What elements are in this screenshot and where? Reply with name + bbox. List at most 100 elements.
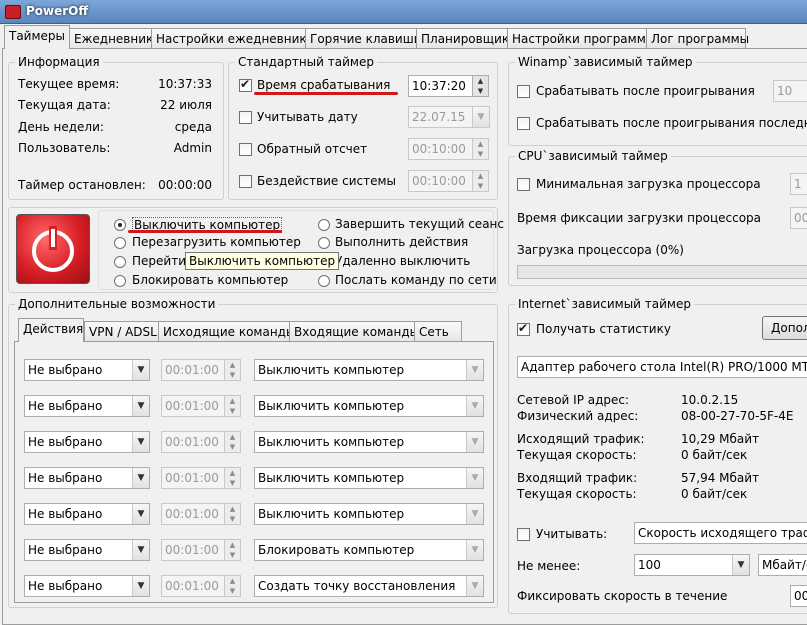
trigger-time-spinner[interactable]: ▲ ▼ <box>472 75 489 97</box>
row-trigger-select[interactable]: Не выбрано ▼ <box>24 503 150 525</box>
winamp-group: Winamp`зависимый таймер <box>508 55 807 146</box>
radio-goto[interactable] <box>114 256 126 268</box>
row-action-select[interactable]: Выключить компьютер ▼ <box>254 503 484 525</box>
after-play-checkbox[interactable] <box>517 85 530 98</box>
row-action-select[interactable]: Блокировать компьютер ▼ <box>254 539 484 561</box>
tab-diary-settings[interactable]: Настройки ежедневника <box>151 28 314 48</box>
min-load-checkbox[interactable] <box>517 178 530 191</box>
row-time-spinner[interactable]: ▲ ▼ <box>224 539 241 561</box>
min-speed-value: 100 <box>638 558 661 572</box>
cpu-load-label: Загрузка процессора (0%) <box>517 243 684 257</box>
row-trigger-select[interactable]: Не выбрано ▼ <box>24 467 150 489</box>
consider-date-picker[interactable]: 22.07.15 ▼ <box>408 106 490 128</box>
row-time-spinner[interactable]: ▲ ▼ <box>224 431 241 453</box>
trigger-time-checkbox[interactable] <box>239 77 252 92</box>
idle-checkbox[interactable] <box>239 175 252 188</box>
idle-spinner[interactable]: ▲ ▼ <box>472 170 489 192</box>
app-power-icon <box>5 5 21 19</box>
radio-restart-label: Перезагрузить компьютер <box>132 235 301 249</box>
consider-speed-checkbox[interactable] <box>517 528 530 541</box>
std-timer-title: Стандартный таймер <box>235 55 377 69</box>
row-trigger-select[interactable]: Не выбрано ▼ <box>24 539 150 561</box>
tab-program-log[interactable]: Лог программы <box>646 28 749 48</box>
row-action-select[interactable]: Выключить компьютер ▼ <box>254 359 484 381</box>
adapter-select[interactable]: Адаптер рабочего стола Intel(R) PRO/1000… <box>517 356 807 378</box>
chevron-down-icon: ▼ <box>132 396 149 416</box>
radio-send-command[interactable] <box>318 275 330 287</box>
subtab-incoming[interactable]: Входящие команды <box>289 321 419 341</box>
consider-date-checkbox[interactable] <box>239 111 252 124</box>
title-bar[interactable]: PowerOff <box>0 0 807 24</box>
row-action-value: Выключить компьютер <box>258 435 405 449</box>
tab-diary[interactable]: Ежедневник <box>69 28 153 48</box>
row-time-input[interactable]: 00:01:00 <box>161 395 225 417</box>
row-trigger-value: Не выбрано <box>28 507 103 521</box>
row-trigger-select[interactable]: Не выбрано ▼ <box>24 359 150 381</box>
min-load-input[interactable]: 1 <box>790 173 807 195</box>
more-button[interactable]: Допол <box>762 316 807 340</box>
row-trigger-select[interactable]: Не выбрано ▼ <box>24 395 150 417</box>
radio-lock[interactable] <box>114 275 126 287</box>
row-time-input[interactable]: 00:01:00 <box>161 503 225 525</box>
row-action-select[interactable]: Создать точку восстановления ▼ <box>254 575 484 597</box>
consider-select[interactable]: Скорость исходящего трафи <box>634 522 807 544</box>
fix-time-label: Время фиксации загрузки процессора <box>517 211 762 225</box>
row-time-spinner[interactable]: ▲ ▼ <box>224 395 241 417</box>
row-time-input[interactable]: 00:01:00 <box>161 431 225 453</box>
row-action-value: Выключить компьютер <box>258 507 405 521</box>
idle-input[interactable]: 00:10:00 <box>408 170 473 192</box>
row-trigger-select[interactable]: Не выбрано ▼ <box>24 431 150 453</box>
min-speed-select[interactable]: 100 ▼ <box>634 554 750 576</box>
ip-value: 10.0.2.15 <box>681 393 739 407</box>
fix-time-input[interactable]: 00 <box>790 207 807 229</box>
fix-speed-input[interactable]: 00 <box>790 585 807 607</box>
tab-scheduler[interactable]: Планировщик <box>416 28 509 48</box>
row-time-input[interactable]: 00:01:00 <box>161 539 225 561</box>
countdown-input[interactable]: 00:10:00 <box>408 138 473 160</box>
user-label: Пользователь: <box>18 141 111 155</box>
tab-program-settings[interactable]: Настройки программы <box>507 28 655 48</box>
chevron-down-icon: ▼ <box>132 360 149 380</box>
subtab-network[interactable]: Сеть <box>414 321 462 341</box>
row-time-spinner[interactable]: ▲ ▼ <box>224 575 241 597</box>
radio-shutdown[interactable] <box>114 219 126 231</box>
after-play-input[interactable]: 10 <box>773 80 807 102</box>
radio-send-command-label: Послать команду по сети <box>335 273 497 287</box>
radio-run-actions[interactable] <box>318 237 330 249</box>
row-action-select[interactable]: Выключить компьютер ▼ <box>254 395 484 417</box>
radio-restart[interactable] <box>114 237 126 249</box>
row-time-spinner[interactable]: ▲ ▼ <box>224 503 241 525</box>
row-action-value: Выключить компьютер <box>258 363 405 377</box>
row-time-spinner[interactable]: ▲ ▼ <box>224 467 241 489</box>
row-time-input[interactable]: 00:01:00 <box>161 359 225 381</box>
tooltip: Выключить компьютер <box>185 252 340 270</box>
row-time-input[interactable]: 00:01:00 <box>161 575 225 597</box>
chevron-down-icon: ▼ <box>732 555 749 575</box>
after-play-label: Срабатывать после проигрывания <box>536 84 755 98</box>
subtab-outgoing[interactable]: Исходящие команды <box>158 321 295 341</box>
row-trigger-select[interactable]: Не выбрано ▼ <box>24 575 150 597</box>
row-action-value: Выключить компьютер <box>258 471 405 485</box>
current-date-value: 22 июля <box>160 98 212 112</box>
annotation-underline-2 <box>128 230 282 233</box>
row-time-spinner[interactable]: ▲ ▼ <box>224 359 241 381</box>
tab-timers[interactable]: Таймеры <box>4 25 70 49</box>
unit-select[interactable]: Мбайт/с <box>758 554 807 576</box>
countdown-checkbox[interactable] <box>239 143 252 156</box>
out-speed-value: 0 байт/сек <box>681 448 748 462</box>
power-button[interactable] <box>16 214 90 284</box>
row-action-select[interactable]: Выключить компьютер ▼ <box>254 467 484 489</box>
row-time-input[interactable]: 00:01:00 <box>161 467 225 489</box>
stats-checkbox[interactable] <box>517 321 530 336</box>
countdown-spinner[interactable]: ▲ ▼ <box>472 138 489 160</box>
radio-end-session[interactable] <box>318 219 330 231</box>
after-last-checkbox[interactable] <box>517 117 530 130</box>
subtab-actions[interactable]: Действия <box>18 318 84 342</box>
tab-hotkeys[interactable]: Горячие клавиши <box>305 28 422 48</box>
subtab-vpn[interactable]: VPN / ADSL <box>84 321 159 341</box>
row-action-select[interactable]: Выключить компьютер ▼ <box>254 431 484 453</box>
winamp-group-title: Winamp`зависимый таймер <box>515 55 696 69</box>
chevron-down-icon: ▼ <box>132 504 149 524</box>
out-traffic-value: 10,29 Мбайт <box>681 432 760 446</box>
trigger-time-input[interactable]: 10:37:20 <box>408 75 473 97</box>
